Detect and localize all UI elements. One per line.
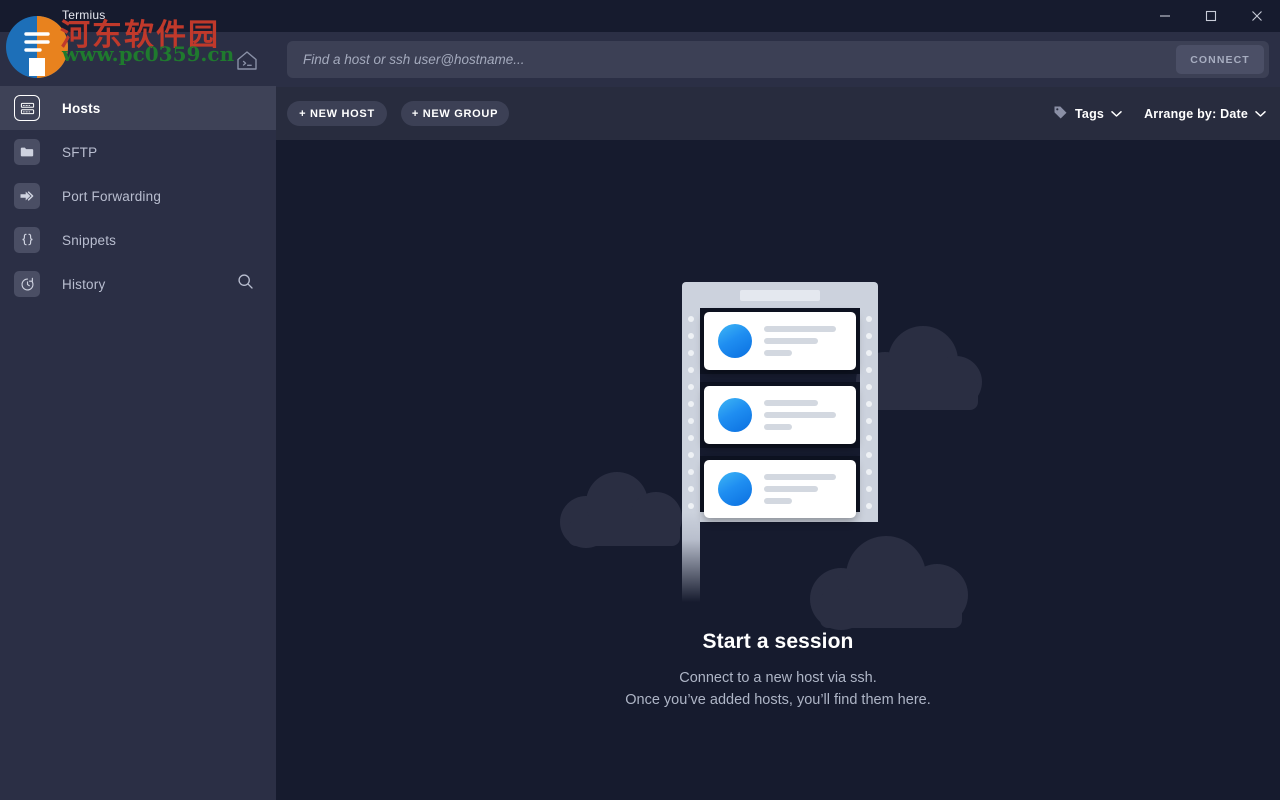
tag-icon (1053, 105, 1068, 123)
curly-braces-icon (14, 227, 40, 253)
sidebar-item-sftp[interactable]: SFTP (0, 130, 276, 174)
sidebar-header (0, 32, 276, 86)
app-title: Termius (62, 8, 106, 22)
termius-window: Termius Hosts SFTP Port Forwarding Snipp… (0, 0, 1280, 800)
chevron-down-icon (1111, 107, 1122, 121)
host-card-lines (764, 326, 836, 356)
arrange-by-button[interactable]: Arrange by: Date (1144, 107, 1266, 121)
window-controls (1142, 0, 1280, 32)
new-host-button[interactable]: + NEW HOST (287, 101, 387, 126)
rack-top-slot (740, 290, 820, 301)
tags-filter-button[interactable]: Tags (1053, 105, 1122, 123)
empty-state: Start a session Connect to a new host vi… (276, 140, 1280, 800)
sidebar-nav: Hosts SFTP Port Forwarding Snippets Hist… (0, 86, 276, 306)
server-rack-clouds-illustration (560, 270, 982, 640)
folder-icon (14, 139, 40, 165)
cloud-left (560, 466, 690, 548)
host-card (704, 312, 856, 370)
search-input[interactable] (287, 52, 1176, 67)
globe-avatar (718, 398, 752, 432)
clock-rewind-icon (14, 271, 40, 297)
sidebar-item-snippets[interactable]: Snippets (0, 218, 276, 262)
host-card (704, 386, 856, 444)
sidebar-item-port-forwarding[interactable]: Port Forwarding (0, 174, 276, 218)
title-bar: Termius (0, 0, 1280, 32)
new-group-button[interactable]: + NEW GROUP (401, 101, 509, 126)
sidebar-item-label: Hosts (62, 100, 101, 116)
rack-rail-left (682, 308, 700, 512)
home-terminal-icon[interactable] (233, 46, 261, 74)
search-bar: CONNECT (276, 32, 1280, 87)
connect-button[interactable]: CONNECT (1176, 45, 1264, 74)
sidebar-item-hosts[interactable]: Hosts (0, 86, 276, 130)
rack-leg (682, 512, 700, 602)
tags-label: Tags (1075, 106, 1105, 121)
toolbar-right-group: Tags Arrange by: Date (1053, 87, 1266, 140)
sidebar-item-label: Port Forwarding (62, 188, 162, 204)
rack-rail-right (860, 308, 878, 512)
minimize-button[interactable] (1142, 0, 1188, 32)
sidebar-item-history[interactable]: History (0, 262, 276, 306)
chevron-down-icon (1255, 107, 1266, 121)
close-button[interactable] (1234, 0, 1280, 32)
globe-avatar (718, 472, 752, 506)
globe-avatar (718, 324, 752, 358)
sidebar-item-label: History (62, 276, 106, 292)
empty-state-line-1: Connect to a new host via ssh. (679, 670, 877, 686)
main-content: CONNECT + NEW HOST + NEW GROUP Tags (276, 32, 1280, 800)
host-card-lines (764, 400, 836, 430)
maximize-button[interactable] (1188, 0, 1234, 32)
host-card (704, 460, 856, 518)
toolbar: + NEW HOST + NEW GROUP Tags Arrange by: … (276, 87, 1280, 140)
empty-state-headline: Start a session (702, 630, 854, 653)
arrange-label: Arrange by: Date (1144, 106, 1248, 121)
rack-top-panel (682, 282, 878, 308)
server-rack (682, 282, 878, 602)
empty-state-line-2: Once you’ve added hosts, you’ll find the… (625, 692, 931, 708)
search-field-wrapper: CONNECT (287, 41, 1269, 78)
sidebar-item-label: Snippets (62, 232, 117, 248)
arrow-forward-icon (14, 183, 40, 209)
empty-state-description: Connect to a new host via ssh. Once you’… (276, 667, 1280, 711)
search-icon[interactable] (237, 273, 254, 295)
host-card-lines (764, 474, 836, 504)
sidebar-item-label: SFTP (62, 144, 98, 160)
server-rack-icon (14, 95, 40, 121)
cloud-bottom-right (810, 534, 972, 640)
sidebar: Hosts SFTP Port Forwarding Snippets Hist… (0, 32, 276, 800)
hamburger-menu-icon[interactable] (18, 48, 42, 66)
